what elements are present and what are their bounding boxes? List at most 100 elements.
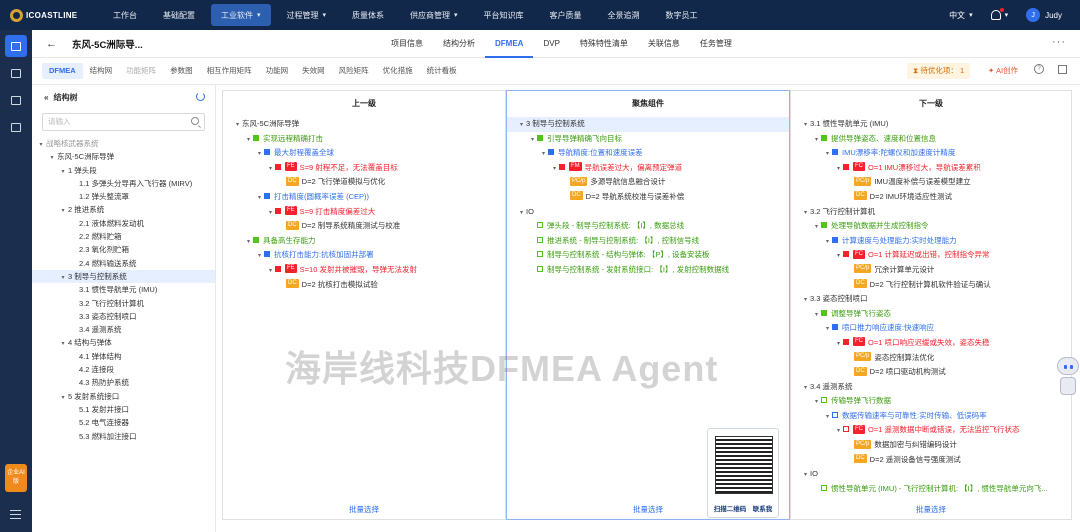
expand-arrow-icon[interactable]: ▾ — [812, 395, 821, 409]
network-node[interactable]: PC/p 冗余计算单元设计 — [791, 263, 1071, 278]
network-node[interactable]: ▾ FM 导航误差过大，偏离预定弹道 — [507, 161, 789, 176]
network-node[interactable]: PC/p IMU温度补偿与误差模型建立 — [791, 175, 1071, 190]
network-node[interactable]: ▾ 数据传输速率与可靠性:实时传输、低误码率 — [791, 409, 1071, 424]
network-node[interactable]: DC D=2 抗核打击模拟试验 — [223, 278, 505, 293]
expand-arrow-icon[interactable]: ▾ — [58, 338, 68, 349]
subtab-3[interactable]: 参数图 — [163, 63, 200, 79]
node-checkbox[interactable] — [264, 251, 270, 258]
subtab-2[interactable]: 功能矩阵 — [119, 63, 163, 79]
network-node[interactable]: PC/p 多源导航信息融合设计 — [507, 175, 789, 190]
tree-row[interactable]: ▾ 2 推进系统 — [32, 203, 215, 216]
node-checkbox[interactable] — [843, 338, 849, 345]
network-node[interactable]: ▾ 打击精度(圆概率误差 (CEP)) — [223, 190, 505, 205]
tree-row[interactable]: 5.3 燃料加注接口 — [32, 430, 215, 443]
brand-logo[interactable]: ICOASTLINE — [0, 8, 100, 22]
expand-arrow-icon[interactable]: ▾ — [834, 424, 843, 438]
node-checkbox[interactable] — [821, 397, 827, 404]
network-node[interactable]: ▾ 3.2 飞行控制计算机 — [791, 205, 1071, 220]
expand-arrow-icon[interactable]: ▾ — [550, 162, 559, 176]
node-checkbox[interactable] — [537, 134, 543, 141]
network-node[interactable]: ▾ FC O=1 计算延迟或出错，控制指令异常 — [791, 248, 1071, 263]
nav-item-3[interactable]: 过程管理 ▾ — [274, 0, 340, 30]
batch-select-link[interactable]: 批量选择 — [791, 504, 1071, 515]
expand-arrow-icon[interactable]: ▾ — [58, 166, 68, 177]
tree-row[interactable]: 3.2 飞行控制计算机 — [32, 297, 215, 310]
network-node[interactable]: DC D=2 喷口驱动机构测试 — [791, 365, 1071, 380]
tree-row[interactable]: 2.1 液体燃料发动机 — [32, 217, 215, 230]
tree-row[interactable]: 4.1 弹体结构 — [32, 350, 215, 363]
subtab-7[interactable]: 风险矩阵 — [332, 63, 376, 79]
expand-arrow-icon[interactable]: ▾ — [528, 133, 537, 147]
network-node[interactable]: PC/p 姿态控制算法优化 — [791, 351, 1071, 366]
network-node[interactable]: 制导与控制系统 - 结构与弹体: 【P】, 设备安装板 — [507, 248, 789, 263]
network-node[interactable]: ▾ 导航精度:位置和速度误差 — [507, 146, 789, 161]
nav-item-5[interactable]: 供应商管理 ▾ — [397, 0, 471, 30]
expand-arrow-icon[interactable]: ▾ — [801, 206, 810, 220]
expand-arrow-icon[interactable]: ▾ — [801, 468, 810, 482]
tree-row[interactable]: ▾ 战略核武器系统 — [32, 137, 215, 150]
network-node[interactable]: ▾ FC O=1 遥测数据中断或错误，无法监控飞行状态 — [791, 423, 1071, 438]
node-checkbox[interactable] — [821, 134, 827, 141]
network-node[interactable]: 弹头段 - 制导与控制系统: 【I】, 数据总线 — [507, 219, 789, 234]
tab-6[interactable]: 任务管理 — [690, 30, 742, 58]
tree-row[interactable]: 2.2 燃料贮箱 — [32, 230, 215, 243]
menu-icon[interactable] — [10, 510, 21, 519]
node-checkbox[interactable] — [537, 236, 543, 243]
refresh-icon[interactable] — [196, 92, 205, 101]
network-node[interactable]: ▾ 喷口推力响应速度:快速响应 — [791, 321, 1071, 336]
expand-arrow-icon[interactable]: ▾ — [36, 139, 46, 150]
fullscreen-icon[interactable] — [1058, 65, 1067, 74]
expand-arrow-icon[interactable]: ▾ — [266, 264, 275, 278]
node-checkbox[interactable] — [264, 149, 270, 156]
tab-5[interactable]: 关联信息 — [638, 30, 690, 58]
qr-contact-card[interactable]: 扫描二维码 联系我 — [707, 428, 779, 518]
expand-arrow-icon[interactable]: ▾ — [58, 392, 68, 403]
expand-arrow-icon[interactable]: ▾ — [834, 337, 843, 351]
enterprise-ai-badge[interactable]: 企业AI版 — [5, 464, 27, 492]
expand-arrow-icon[interactable]: ▾ — [58, 205, 68, 216]
pending-optimization-button[interactable]: ⧗ 待优化项： 1 — [907, 63, 971, 79]
node-checkbox[interactable] — [832, 236, 838, 243]
tree-row[interactable]: 4.3 热防护系统 — [32, 376, 215, 389]
network-node[interactable]: 惯性导航单元 (IMU) - 飞行控制计算机: 【I】, 惯性导航单元向飞... — [791, 482, 1071, 497]
network-node[interactable]: PC/p 数据加密与纠错编码设计 — [791, 438, 1071, 453]
network-node[interactable]: ▾ 传输导弹飞行数据 — [791, 394, 1071, 409]
expand-arrow-icon[interactable]: ▾ — [801, 118, 810, 132]
expand-arrow-icon[interactable]: ▾ — [834, 249, 843, 263]
network-node[interactable]: ▾ 处理导航数据并生成控制指令 — [791, 219, 1071, 234]
tree-row[interactable]: 2.4 燃料输送系统 — [32, 257, 215, 270]
network-node[interactable]: ▾ 3.3 姿态控制喷口 — [791, 292, 1071, 307]
node-checkbox[interactable] — [832, 411, 838, 418]
network-node[interactable]: ▾ 引导导弹精确飞向目标 — [507, 132, 789, 147]
tree-row[interactable]: 5.1 发射井接口 — [32, 403, 215, 416]
network-node[interactable]: ▾ IO — [507, 205, 789, 220]
node-checkbox[interactable] — [843, 426, 849, 433]
node-checkbox[interactable] — [832, 324, 838, 331]
network-node[interactable]: ▾ 实现远程精确打击 — [223, 132, 505, 147]
network-node[interactable]: ▾ 最大射程覆盖全球 — [223, 146, 505, 161]
subtab-8[interactable]: 优化措施 — [376, 63, 420, 79]
nav-item-8[interactable]: 全景追溯 — [595, 0, 653, 30]
expand-arrow-icon[interactable]: ▾ — [539, 147, 548, 161]
tree-row[interactable]: 5.2 电气连接器 — [32, 416, 215, 429]
nav-item-9[interactable]: 数字员工 — [653, 0, 711, 30]
collapse-panel-icon[interactable]: « — [44, 93, 48, 102]
expand-arrow-icon[interactable]: ▾ — [244, 235, 253, 249]
sidebar-modules-button[interactable] — [5, 116, 27, 138]
network-node[interactable]: DC D=2 制导系统精度测试与校准 — [223, 219, 505, 234]
node-checkbox[interactable] — [537, 251, 543, 258]
node-checkbox[interactable] — [843, 251, 849, 258]
network-node[interactable]: ▾ IO — [791, 467, 1071, 482]
tree-row[interactable]: 1.1 多弹头分导再入飞行器 (MIRV) — [32, 177, 215, 190]
subtab-1[interactable]: 结构网 — [83, 63, 120, 79]
nav-item-0[interactable]: 工作台 — [100, 0, 150, 30]
network-node[interactable]: ▾ 3.4 遥测系统 — [791, 380, 1071, 395]
expand-arrow-icon[interactable]: ▾ — [266, 206, 275, 220]
subtab-0[interactable]: DFMEA — [42, 63, 83, 79]
nav-item-2[interactable]: 工业软件 ▾ — [211, 4, 271, 26]
expand-arrow-icon[interactable]: ▾ — [266, 162, 275, 176]
nav-item-6[interactable]: 平台知识库 — [471, 0, 537, 30]
tab-3[interactable]: DVP — [533, 30, 569, 58]
expand-arrow-icon[interactable]: ▾ — [244, 133, 253, 147]
node-checkbox[interactable] — [821, 309, 827, 316]
